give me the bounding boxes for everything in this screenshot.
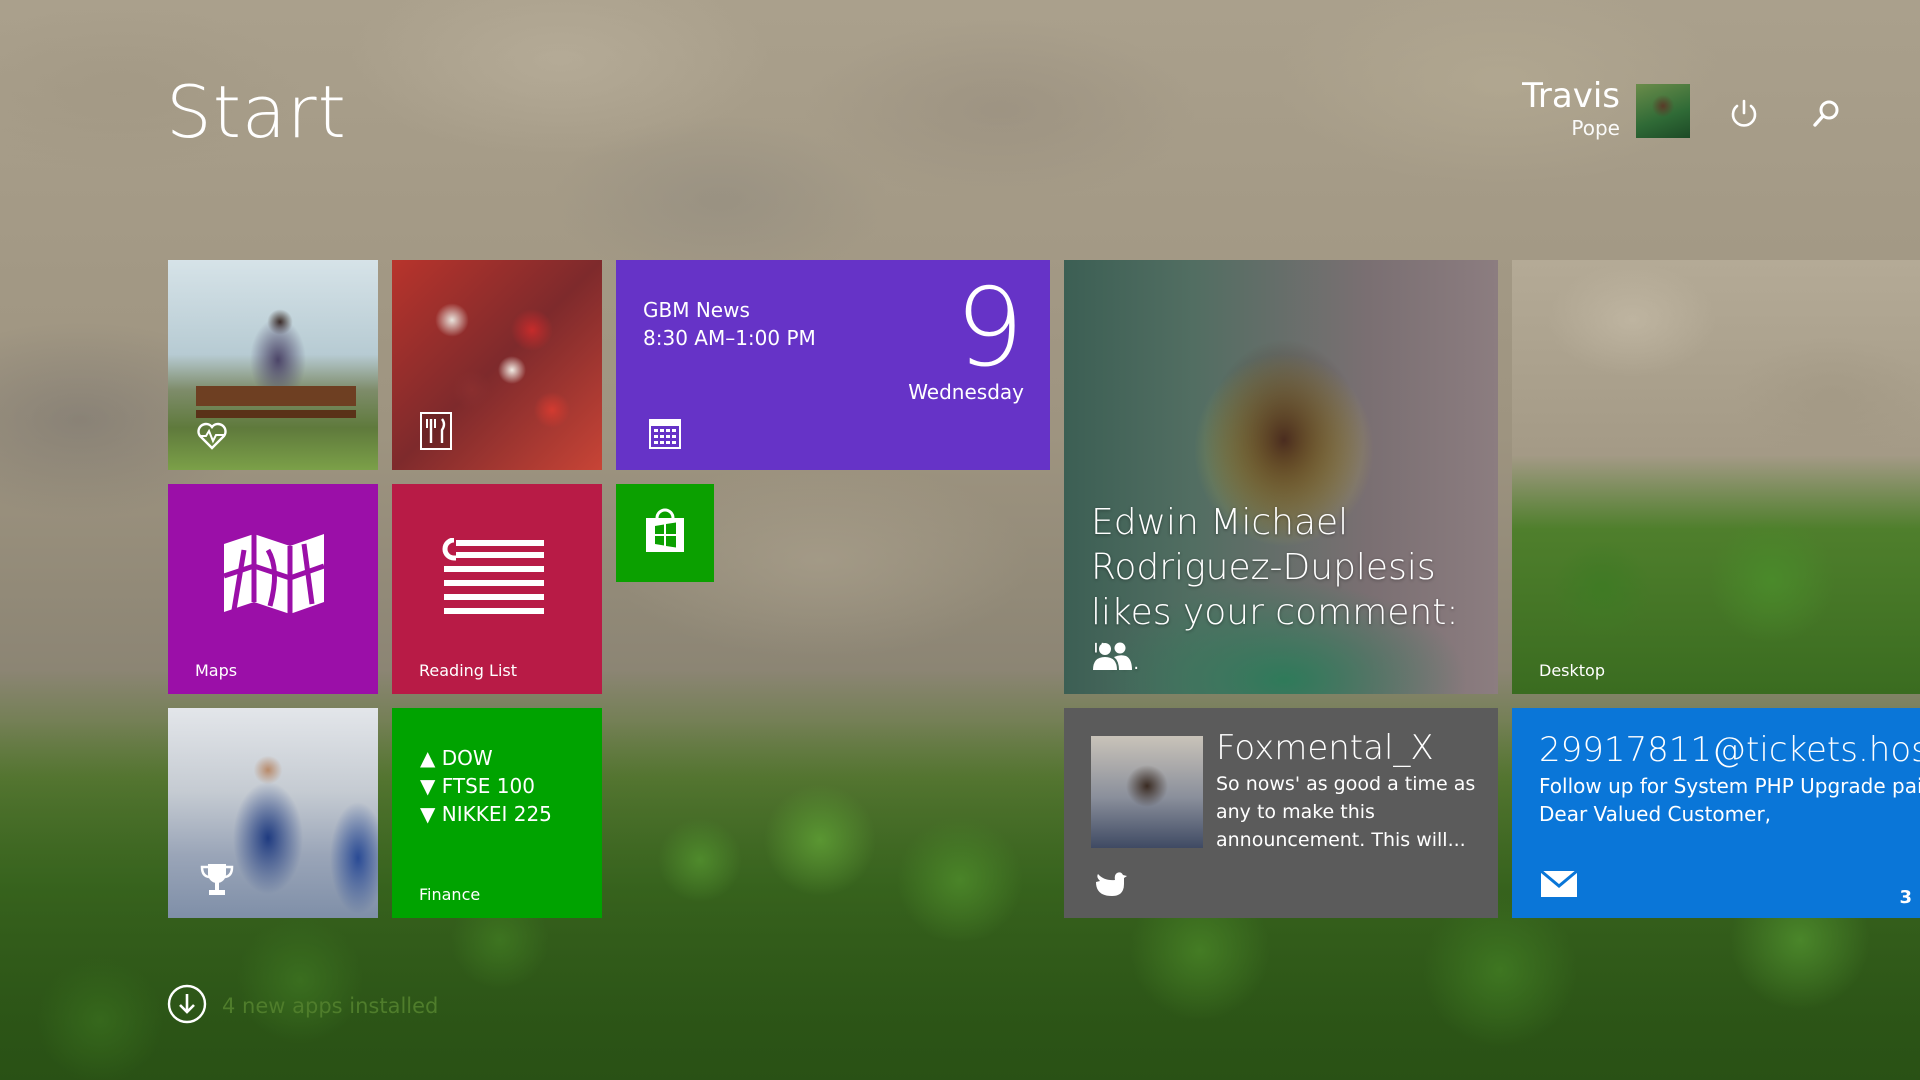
twitter-tile[interactable]: Foxmental_X So nows' as good a time as a… bbox=[1064, 708, 1498, 918]
mail-unread-count: 3 bbox=[1899, 887, 1912, 908]
bench-rail bbox=[196, 410, 356, 418]
new-apps-text: 4 new apps installed bbox=[222, 994, 439, 1018]
bird-icon bbox=[1092, 868, 1128, 902]
power-icon[interactable] bbox=[1724, 94, 1764, 134]
people-icon bbox=[1090, 640, 1134, 676]
ticker-nikkei: ▼ NIKKEI 225 bbox=[420, 802, 552, 826]
food-tile[interactable] bbox=[392, 260, 602, 470]
mail-tile[interactable]: 29917811@tickets.host... Follow up for S… bbox=[1512, 708, 1920, 918]
calendar-event-time: 8:30 AM–1:00 PM bbox=[643, 326, 816, 350]
user-first-name: Travis bbox=[1522, 76, 1620, 116]
new-apps-notice[interactable]: 4 new apps installed bbox=[166, 984, 438, 1028]
tweet-text: So nows' as good a time as any to make t… bbox=[1216, 773, 1476, 851]
reading-list-label: Reading List bbox=[419, 661, 517, 680]
avatar[interactable] bbox=[1636, 84, 1690, 138]
desktop-label: Desktop bbox=[1539, 661, 1605, 680]
fork-knife-icon bbox=[420, 412, 452, 450]
tweet-avatar bbox=[1091, 736, 1203, 848]
user-account[interactable]: Travis Pope bbox=[1522, 76, 1620, 140]
reading-list-icon bbox=[442, 537, 546, 618]
mail-preview: Follow up for System PHP Upgrade pai... … bbox=[1539, 772, 1920, 828]
people-notification: Edwin Michael Rodriguez-Duplesis likes y… bbox=[1091, 502, 1459, 678]
ticker-ftse: ▼ FTSE 100 bbox=[420, 774, 535, 798]
user-last-name: Pope bbox=[1571, 116, 1620, 140]
health-tile[interactable] bbox=[168, 260, 378, 470]
finance-tickers: ▲ DOW ▼ FTSE 100 ▼ NIKKEI 225 bbox=[420, 744, 552, 828]
store-bag-icon bbox=[640, 506, 690, 560]
mail-sender: 29917811@tickets.host... bbox=[1539, 730, 1920, 770]
ticker-dow: ▲ DOW bbox=[420, 746, 493, 770]
reading-list-tile[interactable]: Reading List bbox=[392, 484, 602, 694]
store-tile[interactable] bbox=[616, 484, 714, 582]
mail-subject: Follow up for System PHP Upgrade pai... bbox=[1539, 774, 1920, 798]
calendar-weekday: Wednesday bbox=[908, 380, 1024, 404]
search-icon[interactable] bbox=[1806, 94, 1846, 134]
calendar-event: GBM News 8:30 AM–1:00 PM bbox=[643, 296, 816, 352]
desktop-photo bbox=[1512, 260, 1920, 694]
finance-label: Finance bbox=[419, 885, 481, 904]
bench bbox=[196, 386, 356, 406]
page-title: Start bbox=[166, 70, 347, 154]
mail-icon bbox=[1540, 869, 1578, 902]
maps-tile[interactable]: Maps bbox=[168, 484, 378, 694]
mail-body-preview: Dear Valued Customer, bbox=[1539, 802, 1772, 826]
finance-tile[interactable]: ▲ DOW ▼ FTSE 100 ▼ NIKKEI 225 Finance bbox=[392, 708, 602, 918]
download-arrow-icon bbox=[166, 983, 208, 1029]
tweet-author: Foxmental_X bbox=[1216, 728, 1434, 768]
people-tile[interactable]: Edwin Michael Rodriguez-Duplesis likes y… bbox=[1064, 260, 1498, 694]
map-icon bbox=[220, 530, 328, 620]
maps-label: Maps bbox=[195, 661, 238, 680]
desktop-tile[interactable]: Desktop bbox=[1512, 260, 1920, 694]
trophy-icon bbox=[200, 862, 234, 902]
calendar-icon bbox=[648, 418, 682, 454]
calendar-tile[interactable]: GBM News 8:30 AM–1:00 PM 9 Wednesday bbox=[616, 260, 1050, 470]
sports-tile[interactable] bbox=[168, 708, 378, 918]
heart-pulse-icon bbox=[196, 420, 228, 454]
calendar-day-number: 9 bbox=[955, 266, 1024, 391]
calendar-event-title: GBM News bbox=[643, 298, 750, 322]
